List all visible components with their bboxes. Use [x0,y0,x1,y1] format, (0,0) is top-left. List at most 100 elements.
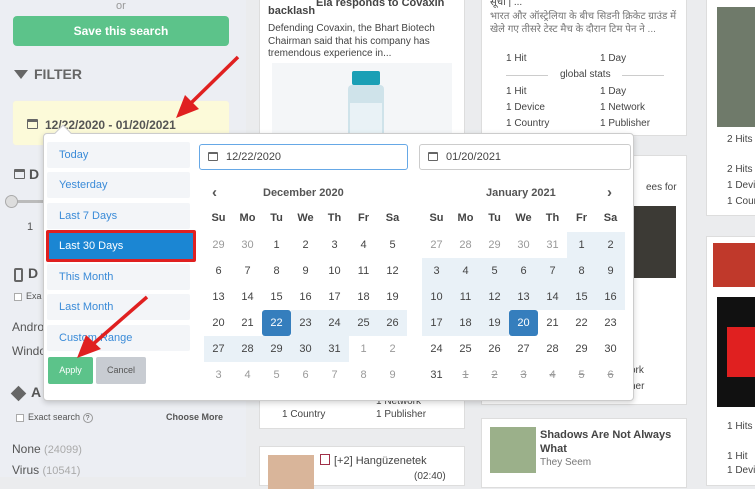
calendar-day[interactable]: 31 [538,232,567,258]
filter-item-none[interactable]: None [12,442,41,456]
calendar-day[interactable]: 15 [262,284,291,310]
range-option[interactable]: Last 30 Days [46,230,196,262]
calendar-day[interactable]: 6 [204,258,233,284]
calendar-day[interactable]: 24 [320,310,349,336]
calendar-day[interactable]: 17 [422,310,451,336]
result-card[interactable]: 2 Hits 2 Hits 1 Devic 1 Coun [706,0,755,216]
result-card[interactable]: Shadows Are Not Always What They Seem [481,418,687,488]
exact-search-checkbox[interactable] [16,413,24,422]
calendar-day[interactable]: 26 [378,310,407,336]
calendar-day[interactable]: 31 [320,336,349,362]
calendar-day[interactable]: 7 [320,362,349,388]
calendar-day[interactable]: 9 [596,258,625,284]
calendar-day[interactable]: 23 [596,310,625,336]
calendar-day[interactable]: 28 [233,336,262,362]
calendar-day[interactable]: 29 [262,336,291,362]
calendar-day[interactable]: 2 [596,232,625,258]
prev-month-chevron-icon[interactable]: ‹ [212,184,217,201]
calendar-day[interactable]: 17 [320,284,349,310]
calendar-day[interactable]: 7 [233,258,262,284]
calendar-day[interactable]: 19 [480,310,509,336]
calendar-day[interactable]: 28 [451,232,480,258]
os-item-android[interactable]: Andro [12,320,44,334]
range-option[interactable]: Last 7 Days [47,203,190,229]
apply-button[interactable]: Apply [48,357,93,384]
calendar-day[interactable]: 30 [509,232,538,258]
calendar-day[interactable]: 16 [291,284,320,310]
result-card[interactable]: Ela responds to Covaxin backlash Defendi… [259,0,465,145]
result-card[interactable]: 1 Hits 1 Hit 1 Devi [706,236,755,486]
calendar-day[interactable]: 25 [451,336,480,362]
calendar-day[interactable]: 1 [567,232,596,258]
filter-item-virus[interactable]: Virus [12,463,39,477]
calendar-day[interactable]: 26 [480,336,509,362]
calendar-day[interactable]: 11 [451,284,480,310]
calendar-day[interactable]: 14 [538,284,567,310]
calendar-day[interactable]: 10 [422,284,451,310]
calendar-day[interactable]: 30 [596,336,625,362]
range-option[interactable]: Yesterday [47,172,190,198]
calendar-day[interactable]: 8 [262,258,291,284]
calendar-day[interactable]: 2 [480,362,509,388]
calendar-day[interactable]: 5 [567,362,596,388]
calendar-day[interactable]: 12 [480,284,509,310]
range-option[interactable]: This Month [47,264,190,290]
calendar-day[interactable]: 5 [378,232,407,258]
calendar-day[interactable]: 5 [480,258,509,284]
calendar-day[interactable]: 2 [378,336,407,362]
calendar-day[interactable]: 11 [349,258,378,284]
calendar-day[interactable]: 4 [233,362,262,388]
calendar-day[interactable]: 9 [378,362,407,388]
exact-checkbox[interactable] [14,292,22,301]
calendar-day[interactable]: 19 [378,284,407,310]
calendar-day[interactable]: 14 [233,284,262,310]
calendar-day[interactable]: 3 [422,258,451,284]
calendar-day[interactable]: 22 [262,310,291,336]
end-date-input[interactable]: 01/20/2021 [419,144,631,170]
choose-more-link[interactable]: Choose More [166,412,223,422]
calendar-day[interactable]: 9 [291,258,320,284]
calendar-day[interactable]: 16 [596,284,625,310]
calendar-day[interactable]: 24 [422,336,451,362]
calendar-day[interactable]: 21 [538,310,567,336]
calendar-day[interactable]: 21 [233,310,262,336]
start-date-input[interactable]: 12/22/2020 [199,144,408,170]
calendar-day[interactable]: 4 [451,258,480,284]
calendar-day[interactable]: 18 [349,284,378,310]
calendar-day[interactable]: 10 [320,258,349,284]
calendar-day[interactable]: 29 [204,232,233,258]
calendar-day[interactable]: 2 [291,232,320,258]
calendar-day[interactable]: 5 [262,362,291,388]
calendar-day[interactable]: 25 [349,310,378,336]
calendar-day[interactable]: 6 [509,258,538,284]
calendar-day[interactable]: 30 [233,232,262,258]
calendar-day[interactable]: 27 [204,336,233,362]
calendar-day[interactable]: 20 [204,310,233,336]
result-card[interactable]: सूची | ... भारत और ऑस्ट्रेलिया के बीच सि… [481,0,687,136]
calendar-day[interactable]: 22 [567,310,596,336]
range-option[interactable]: Last Month [47,294,190,320]
calendar-day[interactable]: 4 [538,362,567,388]
calendar-day[interactable]: 3 [320,232,349,258]
range-option[interactable]: Custom Range [47,325,190,351]
calendar-day[interactable]: 30 [291,336,320,362]
calendar-day[interactable]: 1 [262,232,291,258]
calendar-day[interactable]: 4 [349,232,378,258]
calendar-day[interactable]: 3 [204,362,233,388]
calendar-day[interactable]: 31 [422,362,451,388]
calendar-day[interactable]: 27 [422,232,451,258]
calendar-day[interactable]: 7 [538,258,567,284]
calendar-day[interactable]: 1 [349,336,378,362]
calendar-day[interactable]: 29 [567,336,596,362]
calendar-day[interactable]: 20 [509,310,538,336]
calendar-day[interactable]: 23 [291,310,320,336]
calendar-day[interactable]: 27 [509,336,538,362]
calendar-day[interactable]: 13 [204,284,233,310]
calendar-day[interactable]: 3 [509,362,538,388]
calendar-day[interactable]: 6 [291,362,320,388]
calendar-day[interactable]: 1 [451,362,480,388]
calendar-day[interactable]: 28 [538,336,567,362]
calendar-day[interactable]: 8 [567,258,596,284]
calendar-day[interactable]: 15 [567,284,596,310]
cancel-button[interactable]: Cancel [96,357,146,384]
